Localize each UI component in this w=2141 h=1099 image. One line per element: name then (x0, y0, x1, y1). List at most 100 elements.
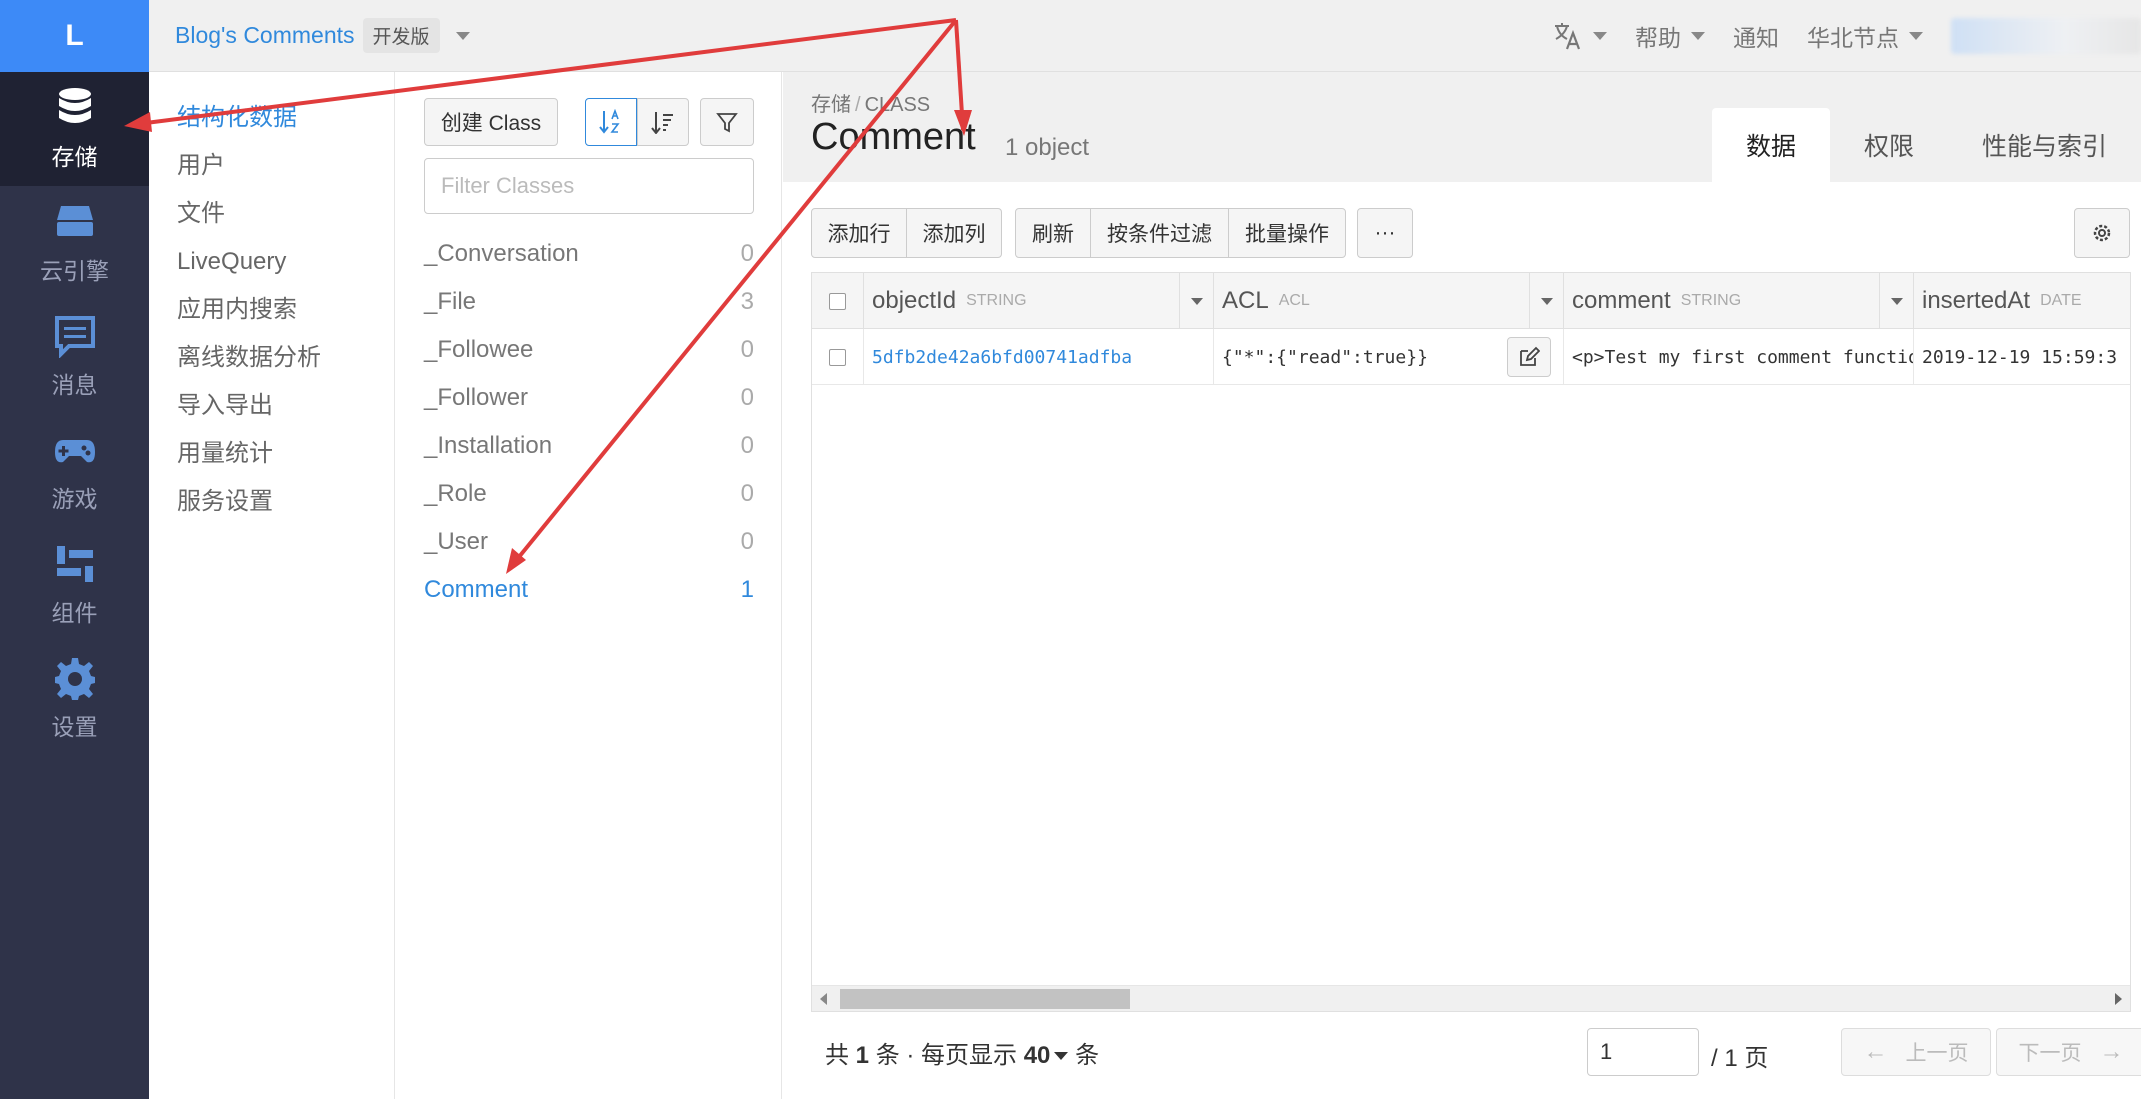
nav-item-engine[interactable]: 云引擎 (0, 186, 149, 300)
nav-item-components[interactable]: 组件 (0, 528, 149, 642)
main-nav: L 存储 云引擎 消息 游戏 组件 设置 (0, 0, 149, 1099)
column-type: STRING (1680, 292, 1742, 309)
column-header-objectid[interactable]: objectId STRING (864, 273, 1180, 329)
column-type: ACL (1278, 292, 1310, 309)
subnav-item-livequery[interactable]: LiveQuery (149, 238, 394, 286)
help-label: 帮助 (1635, 25, 1681, 51)
nav-item-message[interactable]: 消息 (0, 300, 149, 414)
tab-permissions[interactable]: 权限 (1830, 108, 1948, 182)
class-count: 0 (740, 336, 754, 363)
pagination: 共 1 条 · 每页显示 40 条 / 1 页 ← 上一页 下一页 → (811, 1022, 2141, 1082)
column-menu-comment[interactable] (1880, 273, 1914, 329)
nav-label: 设置 (51, 714, 98, 740)
app-name[interactable]: Blog's Comments (175, 22, 355, 49)
edit-icon (1520, 346, 1540, 366)
nav-label: 游戏 (51, 486, 98, 512)
database-icon (58, 88, 91, 123)
breadcrumb-leaf: CLASS (864, 94, 931, 116)
chevron-down-icon (1909, 32, 1923, 40)
tab-performance-index[interactable]: 性能与索引 (1948, 108, 2141, 182)
class-item-role[interactable]: _Role 0 (424, 470, 754, 518)
batch-operation-button[interactable]: 批量操作 (1228, 208, 1346, 258)
class-item-file[interactable]: _File 3 (424, 278, 754, 326)
class-item-follower[interactable]: _Follower 0 (424, 374, 754, 422)
column-header-comment[interactable]: comment STRING (1564, 273, 1880, 329)
language-menu[interactable] (1553, 21, 1607, 51)
horizontal-scrollbar[interactable] (812, 985, 2130, 1011)
scrollbar-thumb[interactable] (840, 989, 1130, 1009)
nav-label: 消息 (51, 372, 98, 398)
data-table: objectId STRING ACL ACL comment STRING i… (811, 272, 2131, 1012)
chevron-down-icon[interactable] (1054, 1052, 1069, 1061)
subnav-item-usage-stats[interactable]: 用量统计 (149, 430, 394, 478)
breadcrumb-root[interactable]: 存储 (811, 94, 851, 116)
class-item-followee[interactable]: _Followee 0 (424, 326, 754, 374)
nav-item-storage[interactable]: 存储 (0, 72, 149, 186)
nav-item-game[interactable]: 游戏 (0, 414, 149, 528)
notify-link[interactable]: 通知 (1733, 19, 1779, 53)
scroll-left-icon[interactable] (820, 993, 827, 1005)
translate-icon (1555, 23, 1581, 50)
column-name: objectId (872, 287, 957, 314)
subnav-item-offline-analytics[interactable]: 离线数据分析 (149, 334, 394, 382)
class-name: _Conversation (424, 240, 579, 267)
chevron-down-icon (1890, 297, 1903, 305)
add-column-button[interactable]: 添加列 (906, 208, 1002, 258)
class-item-installation[interactable]: _Installation 0 (424, 422, 754, 470)
next-label: 下一页 (2018, 1042, 2082, 1065)
column-header-acl[interactable]: ACL ACL (1214, 273, 1530, 329)
next-page-button[interactable]: 下一页 → (1996, 1028, 2141, 1076)
edit-acl-button[interactable] (1507, 337, 1551, 377)
user-avatar[interactable] (1951, 18, 2141, 54)
row-select-cell (812, 329, 864, 385)
sort-alpha-button[interactable] (585, 98, 637, 146)
class-item-user[interactable]: _User 0 (424, 518, 754, 566)
class-header: 存储 / CLASS Comment 1 object 数据 权限 性能与索引 (783, 72, 2141, 182)
create-class-button[interactable]: 创建 Class (424, 98, 558, 146)
select-all-checkbox[interactable] (829, 292, 846, 310)
subnav-item-users[interactable]: 用户 (149, 142, 394, 190)
subnav-item-service-settings[interactable]: 服务设置 (149, 478, 394, 526)
nav-item-settings[interactable]: 设置 (0, 642, 149, 756)
class-item-conversation[interactable]: _Conversation 0 (424, 230, 754, 278)
scroll-right-icon[interactable] (2115, 993, 2122, 1005)
column-header-insertedat[interactable]: insertedAt DATE (1914, 273, 2132, 329)
add-row-button[interactable]: 添加行 (811, 208, 907, 258)
more-actions-button[interactable]: ··· (1357, 208, 1413, 258)
region-menu[interactable]: 华北节点 (1807, 19, 1923, 53)
pager-mid: 条 · 每页显示 (875, 1041, 1018, 1069)
help-menu[interactable]: 帮助 (1635, 19, 1705, 53)
column-name: insertedAt (1922, 287, 2031, 314)
pager-prefix: 共 (825, 1041, 849, 1069)
filter-classes-input[interactable] (424, 158, 754, 214)
chevron-down-icon (1540, 297, 1553, 305)
cell-insertedat[interactable]: 2019-12-19 15:59:3 (1914, 329, 2132, 385)
subnav-item-in-app-search[interactable]: 应用内搜索 (149, 286, 394, 334)
row-checkbox[interactable] (829, 348, 846, 366)
subnav-item-import-export[interactable]: 导入导出 (149, 382, 394, 430)
tab-data[interactable]: 数据 (1711, 108, 1830, 182)
class-item-comment[interactable]: Comment 1 (424, 566, 754, 614)
class-list-panel: 创建 Class _Conversation 0 _File 3 _Followee… (396, 72, 782, 1099)
engine-icon (56, 206, 93, 236)
table-settings-button[interactable] (2074, 208, 2130, 258)
page-total: / 1 页 (1711, 1045, 1769, 1072)
sort-alpha-icon (599, 109, 620, 134)
cell-comment[interactable]: <p>Test my first comment function</p> (1564, 329, 1914, 385)
prev-page-button[interactable]: ← 上一页 (1841, 1028, 1991, 1076)
app-logo[interactable]: L (0, 0, 149, 72)
page-number-input[interactable] (1587, 1028, 1699, 1076)
column-menu-objectid[interactable] (1180, 273, 1214, 329)
sort-count-button[interactable] (637, 98, 689, 146)
nav-label: 组件 (51, 600, 98, 626)
subnav-item-files[interactable]: 文件 (149, 190, 394, 238)
refresh-button[interactable]: 刷新 (1015, 208, 1091, 258)
condition-filter-button[interactable]: 按条件过滤 (1090, 208, 1229, 258)
subnav-item-structured-data[interactable]: 结构化数据 (149, 94, 394, 142)
table-row[interactable]: 5dfb2de42a6bfd00741adfba {"*":{"read":tr… (812, 329, 2130, 385)
per-page-select[interactable]: 40 (1024, 1042, 1051, 1069)
cell-objectid[interactable]: 5dfb2de42a6bfd00741adfba (864, 329, 1214, 385)
app-switch-caret-icon[interactable] (455, 31, 470, 40)
column-menu-acl[interactable] (1530, 273, 1564, 329)
filter-toggle-button[interactable] (700, 98, 754, 146)
